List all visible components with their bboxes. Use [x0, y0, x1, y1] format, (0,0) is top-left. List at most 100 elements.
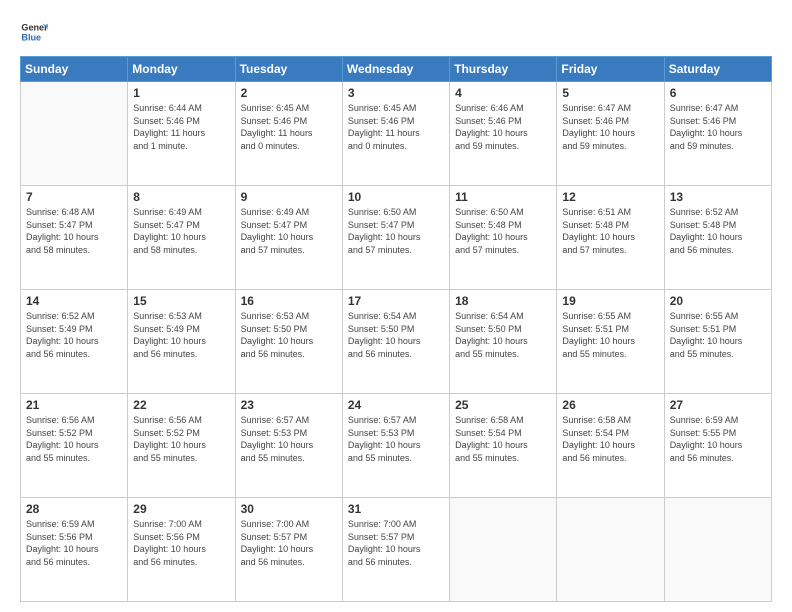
day-number: 2 [241, 86, 337, 100]
week-row-4: 21 Sunrise: 6:56 AMSunset: 5:52 PMDayligh… [21, 394, 772, 498]
calendar-cell: 30 Sunrise: 7:00 AMSunset: 5:57 PMDayligh… [235, 498, 342, 602]
calendar-cell: 18 Sunrise: 6:54 AMSunset: 5:50 PMDayligh… [450, 290, 557, 394]
day-info: Sunrise: 6:50 AMSunset: 5:48 PMDaylight:… [455, 206, 551, 256]
day-info: Sunrise: 6:59 AMSunset: 5:55 PMDaylight:… [670, 414, 766, 464]
day-number: 31 [348, 502, 444, 516]
weekday-friday: Friday [557, 57, 664, 82]
calendar-cell: 6 Sunrise: 6:47 AMSunset: 5:46 PMDaylight… [664, 82, 771, 186]
calendar-cell: 29Sunrise: 7:00 AMSunset: 5:56 PMDayligh… [128, 498, 235, 602]
day-number: 8 [133, 190, 229, 204]
day-info: Sunrise: 6:50 AMSunset: 5:47 PMDaylight:… [348, 206, 444, 256]
calendar-cell: 23 Sunrise: 6:57 AMSunset: 5:53 PMDayligh… [235, 394, 342, 498]
day-info: Sunrise: 7:00 AMSunset: 5:57 PMDaylight:… [348, 518, 444, 568]
day-info: Sunrise: 6:59 AMSunset: 5:56 PMDaylight:… [26, 518, 122, 568]
calendar-cell: 1 Sunrise: 6:44 AMSunset: 5:46 PMDaylight… [128, 82, 235, 186]
day-info: Sunrise: 6:45 AMSunset: 5:46 PMDaylight:… [241, 102, 337, 152]
day-number: 4 [455, 86, 551, 100]
day-info: Sunrise: 6:55 AMSunset: 5:51 PMDaylight:… [562, 310, 658, 360]
calendar-cell: 27 Sunrise: 6:59 AMSunset: 5:55 PMDayligh… [664, 394, 771, 498]
calendar-cell: 3 Sunrise: 6:45 AMSunset: 5:46 PMDaylight… [342, 82, 449, 186]
day-number: 9 [241, 190, 337, 204]
calendar-cell: 11 Sunrise: 6:50 AMSunset: 5:48 PMDayligh… [450, 186, 557, 290]
calendar-cell: 31 Sunrise: 7:00 AMSunset: 5:57 PMDayligh… [342, 498, 449, 602]
calendar-cell: 10 Sunrise: 6:50 AMSunset: 5:47 PMDayligh… [342, 186, 449, 290]
weekday-thursday: Thursday [450, 57, 557, 82]
calendar-cell [557, 498, 664, 602]
day-number: 24 [348, 398, 444, 412]
day-info: Sunrise: 6:44 AMSunset: 5:46 PMDaylight:… [133, 102, 229, 152]
day-info: Sunrise: 6:57 AMSunset: 5:53 PMDaylight:… [241, 414, 337, 464]
calendar-cell: 13Sunrise: 6:52 AMSunset: 5:48 PMDayligh… [664, 186, 771, 290]
calendar-cell: 8 Sunrise: 6:49 AMSunset: 5:47 PMDaylight… [128, 186, 235, 290]
calendar-cell [664, 498, 771, 602]
calendar-cell: 25 Sunrise: 6:58 AMSunset: 5:54 PMDayligh… [450, 394, 557, 498]
week-row-3: 14 Sunrise: 6:52 AMSunset: 5:49 PMDayligh… [21, 290, 772, 394]
day-info: Sunrise: 6:54 AMSunset: 5:50 PMDaylight:… [455, 310, 551, 360]
day-number: 10 [348, 190, 444, 204]
day-info: Sunrise: 6:52 AMSunset: 5:49 PMDaylight:… [26, 310, 122, 360]
day-number: 5 [562, 86, 658, 100]
day-info: Sunrise: 6:45 AMSunset: 5:46 PMDaylight:… [348, 102, 444, 152]
day-info: Sunrise: 6:58 AMSunset: 5:54 PMDaylight:… [562, 414, 658, 464]
day-info: Sunrise: 7:00 AMSunset: 5:57 PMDaylight:… [241, 518, 337, 568]
calendar-cell: 21 Sunrise: 6:56 AMSunset: 5:52 PMDayligh… [21, 394, 128, 498]
week-row-1: 1 Sunrise: 6:44 AMSunset: 5:46 PMDaylight… [21, 82, 772, 186]
week-row-2: 7 Sunrise: 6:48 AMSunset: 5:47 PMDaylight… [21, 186, 772, 290]
day-number: 27 [670, 398, 766, 412]
weekday-sunday: Sunday [21, 57, 128, 82]
day-number: 25 [455, 398, 551, 412]
day-info: Sunrise: 6:56 AMSunset: 5:52 PMDaylight:… [26, 414, 122, 464]
week-row-5: 28 Sunrise: 6:59 AMSunset: 5:56 PMDayligh… [21, 498, 772, 602]
calendar-cell: 24 Sunrise: 6:57 AMSunset: 5:53 PMDayligh… [342, 394, 449, 498]
day-info: Sunrise: 6:53 AMSunset: 5:49 PMDaylight:… [133, 310, 229, 360]
day-number: 3 [348, 86, 444, 100]
day-number: 26 [562, 398, 658, 412]
day-number: 7 [26, 190, 122, 204]
day-info: Sunrise: 6:56 AMSunset: 5:52 PMDaylight:… [133, 414, 229, 464]
calendar-cell: 19 Sunrise: 6:55 AMSunset: 5:51 PMDayligh… [557, 290, 664, 394]
calendar-cell: 20 Sunrise: 6:55 AMSunset: 5:51 PMDayligh… [664, 290, 771, 394]
day-info: Sunrise: 6:47 AMSunset: 5:46 PMDaylight:… [562, 102, 658, 152]
day-number: 20 [670, 294, 766, 308]
svg-text:General: General [21, 23, 48, 33]
calendar-cell: 12Sunrise: 6:51 AMSunset: 5:48 PMDayligh… [557, 186, 664, 290]
calendar-cell: 16 Sunrise: 6:53 AMSunset: 5:50 PMDayligh… [235, 290, 342, 394]
day-number: 6 [670, 86, 766, 100]
day-number: 14 [26, 294, 122, 308]
day-number: 19 [562, 294, 658, 308]
day-info: Sunrise: 6:54 AMSunset: 5:50 PMDaylight:… [348, 310, 444, 360]
calendar-cell: 9Sunrise: 6:49 AMSunset: 5:47 PMDaylight… [235, 186, 342, 290]
day-number: 30 [241, 502, 337, 516]
weekday-saturday: Saturday [664, 57, 771, 82]
day-info: Sunrise: 6:55 AMSunset: 5:51 PMDaylight:… [670, 310, 766, 360]
calendar-cell: 28 Sunrise: 6:59 AMSunset: 5:56 PMDayligh… [21, 498, 128, 602]
weekday-wednesday: Wednesday [342, 57, 449, 82]
day-info: Sunrise: 6:46 AMSunset: 5:46 PMDaylight:… [455, 102, 551, 152]
day-number: 21 [26, 398, 122, 412]
day-info: Sunrise: 6:57 AMSunset: 5:53 PMDaylight:… [348, 414, 444, 464]
calendar-cell: 22Sunrise: 6:56 AMSunset: 5:52 PMDayligh… [128, 394, 235, 498]
day-number: 17 [348, 294, 444, 308]
calendar-cell: 5 Sunrise: 6:47 AMSunset: 5:46 PMDaylight… [557, 82, 664, 186]
calendar: SundayMondayTuesdayWednesdayThursdayFrid… [20, 56, 772, 602]
calendar-cell: 4 Sunrise: 6:46 AMSunset: 5:46 PMDaylight… [450, 82, 557, 186]
day-info: Sunrise: 6:53 AMSunset: 5:50 PMDaylight:… [241, 310, 337, 360]
day-number: 23 [241, 398, 337, 412]
day-number: 28 [26, 502, 122, 516]
calendar-cell [21, 82, 128, 186]
day-info: Sunrise: 6:47 AMSunset: 5:46 PMDaylight:… [670, 102, 766, 152]
calendar-cell: 14 Sunrise: 6:52 AMSunset: 5:49 PMDayligh… [21, 290, 128, 394]
day-info: Sunrise: 6:58 AMSunset: 5:54 PMDaylight:… [455, 414, 551, 464]
day-number: 1 [133, 86, 229, 100]
logo-icon: General Blue [20, 18, 48, 46]
day-number: 11 [455, 190, 551, 204]
day-number: 12 [562, 190, 658, 204]
page: General Blue SundayMondayTuesdayWednesda… [0, 0, 792, 612]
day-number: 16 [241, 294, 337, 308]
calendar-cell: 26 Sunrise: 6:58 AMSunset: 5:54 PMDayligh… [557, 394, 664, 498]
weekday-header-row: SundayMondayTuesdayWednesdayThursdayFrid… [21, 57, 772, 82]
day-number: 18 [455, 294, 551, 308]
day-info: Sunrise: 6:48 AMSunset: 5:47 PMDaylight:… [26, 206, 122, 256]
weekday-tuesday: Tuesday [235, 57, 342, 82]
day-info: Sunrise: 6:49 AMSunset: 5:47 PMDaylight:… [133, 206, 229, 256]
